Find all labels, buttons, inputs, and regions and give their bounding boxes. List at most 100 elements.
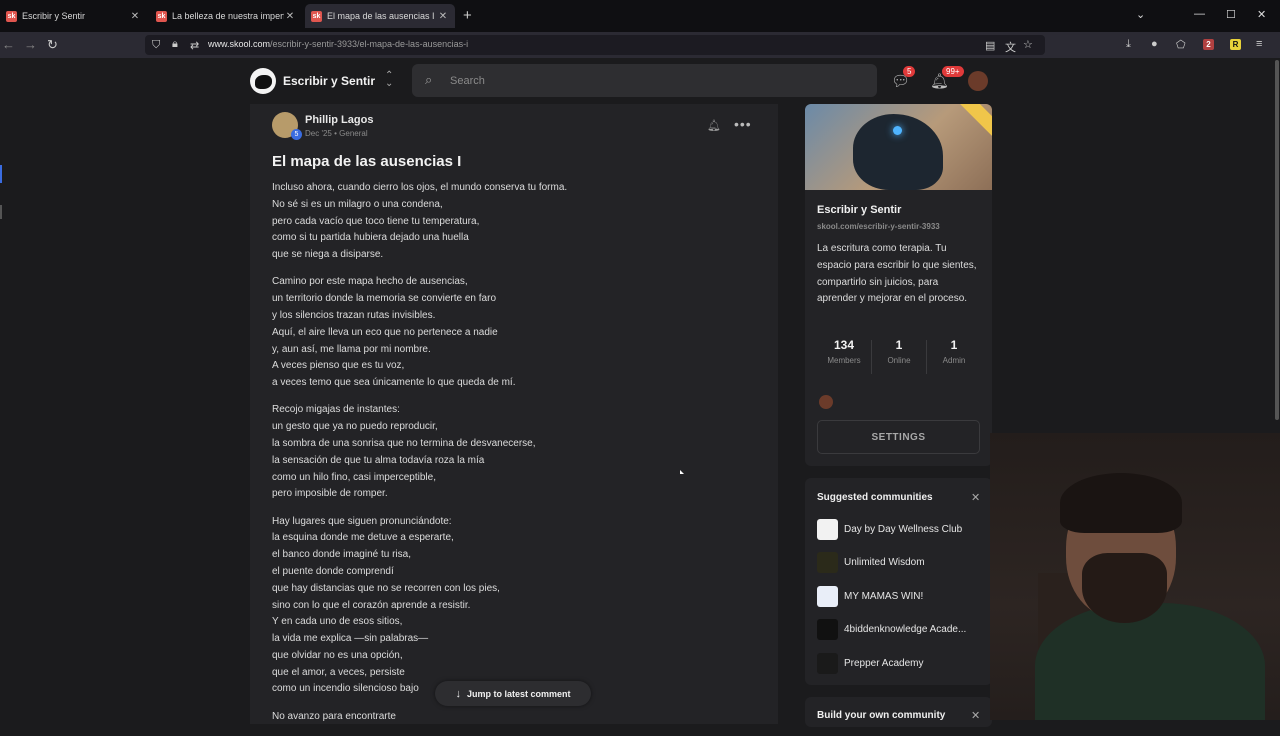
author-name[interactable]: Phillip Lagos (305, 114, 373, 126)
build-community-card: Build your own community ✕ (805, 697, 992, 727)
poem-line: Recojo migajas de instantes: (272, 404, 400, 416)
community-name: Unlimited Wisdom (844, 557, 925, 568)
jump-to-latest-comment-button[interactable]: ↓ Jump to latest comment (435, 681, 591, 706)
maximize-icon[interactable]: ☐ (1226, 8, 1236, 21)
dismiss-build-icon[interactable]: ✕ (971, 709, 980, 722)
switch-group-icon[interactable]: ⌃ ⌄ (385, 71, 393, 89)
bookmark-star-icon[interactable]: ☆ (1023, 38, 1033, 51)
browser-tab-1[interactable]: sk Escribir y Sentir ✕ (0, 4, 147, 28)
url-bar[interactable]: ⛉ 🔒︎ ⇄ www.skool.com/escribir-y-sentir-3… (145, 35, 1045, 55)
poem-line: Camino por este mapa hecho de ausencias, (272, 276, 468, 288)
admin-avatar[interactable] (819, 395, 833, 409)
forward-icon[interactable]: → (24, 37, 37, 52)
search-input[interactable] (448, 72, 852, 90)
poem-line: que el amor, a veces, persiste (272, 666, 405, 678)
poem-line: Incluso ahora, cuando cierro los ojos, e… (272, 182, 568, 193)
poem-line: un territorio donde la memoria se convie… (272, 293, 497, 305)
poem-stanza: No avanzo para encontrarte (272, 709, 762, 726)
group-description: La escritura como terapia. Tu espacio pa… (817, 243, 977, 305)
translate-icon[interactable]: 文 (1005, 39, 1016, 55)
corner-ribbon (958, 104, 992, 146)
dismiss-suggested-icon[interactable]: ✕ (971, 491, 980, 504)
close-tab-icon[interactable]: ✕ (129, 11, 141, 22)
meta-separator: • (334, 129, 337, 138)
crow-logo-icon (255, 75, 272, 89)
poem-stanza: Recojo migajas de instantes: un gesto que… (272, 402, 762, 503)
stat-online[interactable]: 1 Online (872, 338, 926, 365)
poem-line: Y en cada uno de esos sitios, (272, 616, 403, 628)
stat-admin[interactable]: 1 Admin (927, 338, 981, 365)
arrow-down-icon: ↓ (455, 687, 461, 700)
browser-tab-2[interactable]: sk La belleza de nuestra imperfecc ✕ (150, 4, 302, 28)
extensions-icon[interactable]: ⬠ (1176, 38, 1186, 51)
lock-icon[interactable]: 🔒︎ (172, 38, 178, 51)
community-logo-icon (817, 552, 838, 573)
poem-line: pero imposible de romper. (272, 488, 388, 500)
post-body: Incluso ahora, cuando cierro los ojos, e… (272, 180, 762, 736)
stat-value: 1 (950, 338, 958, 352)
close-window-icon[interactable]: ✕ (1257, 8, 1266, 21)
browser-tab-3-active[interactable]: sk El mapa de las ausencias I - Escr ✕ (305, 4, 455, 28)
menu-icon[interactable]: ≡ (1256, 38, 1262, 50)
side-indicator (0, 165, 2, 183)
more-options-icon[interactable]: ••• (734, 116, 752, 132)
post-category[interactable]: General (339, 129, 367, 138)
poem-line: y, aun así, me llama por mi nombre. (272, 343, 431, 355)
list-tabs-icon[interactable]: ⌄ (1136, 8, 1145, 21)
search-box[interactable]: ⌕ (412, 64, 877, 97)
suggested-communities-card: Suggested communities ✕ Day by Day Welln… (805, 478, 992, 685)
webcam-overlay (990, 433, 1280, 720)
poem-line: la sensación de que tu alma todavía roza… (272, 454, 485, 466)
suggested-community-item[interactable]: Day by Day Wellness Club (817, 518, 987, 540)
group-name[interactable]: Escribir y Sentir (283, 74, 375, 88)
community-name: Prepper Academy (844, 657, 924, 669)
poem-line: como un hilo fino, casi imperceptible, (272, 471, 436, 483)
search-icon: ⌕ (425, 72, 433, 87)
suggested-community-item[interactable]: Unlimited Wisdom (817, 552, 987, 574)
account-icon[interactable]: ● (1151, 38, 1158, 50)
chat-badge: 5 (903, 66, 916, 77)
url-path: /escribir-y-sentir-3933/el-mapa-de-las-a… (270, 39, 469, 49)
permissions-icon[interactable]: ⇄ (190, 39, 199, 52)
suggested-community-item[interactable]: 4biddenknowledge Acade... (817, 619, 987, 641)
post-title: El mapa de las ausencias I (272, 153, 462, 170)
close-tab-icon[interactable]: ✕ (284, 11, 296, 22)
app-header: Escribir y Sentir ⌃⌄ ⌕ 💬︎ 5 🔔︎ 99+ (0, 58, 1280, 104)
minimize-icon[interactable]: — (1194, 8, 1205, 20)
poem-line: que hay distancias que no se recorren co… (272, 582, 500, 594)
poem-line: a veces temo que sea únicamente lo que q… (272, 377, 516, 389)
poem-stanza: Camino por este mapa hecho de ausencias,… (272, 274, 762, 392)
stat-label: Members (827, 356, 861, 365)
page-scrollbar[interactable] (1275, 60, 1279, 420)
suggested-community-item[interactable]: Prepper Academy (817, 652, 987, 674)
reload-icon[interactable]: ↻ (47, 37, 58, 53)
group-cover-image (805, 104, 992, 190)
settings-button[interactable]: SETTINGS (817, 420, 980, 454)
stat-value: 134 (833, 338, 855, 352)
raven-eye (893, 126, 902, 135)
community-name: Day by Day Wellness Club (844, 523, 963, 535)
community-logo-icon (817, 619, 838, 640)
skool-favicon-icon: sk (311, 10, 322, 22)
post-date: Dec '25 (305, 129, 332, 138)
back-icon[interactable]: ← (2, 37, 15, 52)
poem-line: el banco donde imaginé tu risa, (272, 549, 411, 561)
shield-icon[interactable]: ⛉ (152, 39, 160, 52)
follow-bell-icon[interactable]: 🔔︎ (707, 119, 721, 132)
suggested-community-item[interactable]: MY MAMAS WIN! (817, 585, 987, 607)
poem-line: Aquí, el aire lleva un eco que no perten… (272, 326, 498, 338)
poem-line: como si tu partida hubiera dejado una hu… (272, 232, 469, 244)
community-logo-icon (817, 652, 838, 674)
new-tab-icon[interactable]: + (463, 7, 472, 24)
notifications-badge: 99+ (942, 66, 964, 77)
user-avatar[interactable] (968, 71, 988, 91)
close-tab-icon[interactable]: ✕ (437, 11, 449, 22)
extension-r-icon[interactable]: R (1230, 39, 1241, 50)
jump-label: Jump to latest comment (466, 688, 571, 699)
stat-members[interactable]: 134 Members (817, 338, 871, 365)
reader-view-icon[interactable]: ▤ (985, 39, 995, 52)
extension-badge-icon[interactable]: 2 (1203, 39, 1214, 50)
downloads-icon[interactable]: ⤓ (1126, 38, 1131, 51)
person-beard (1082, 553, 1167, 623)
group-logo[interactable] (250, 68, 276, 94)
